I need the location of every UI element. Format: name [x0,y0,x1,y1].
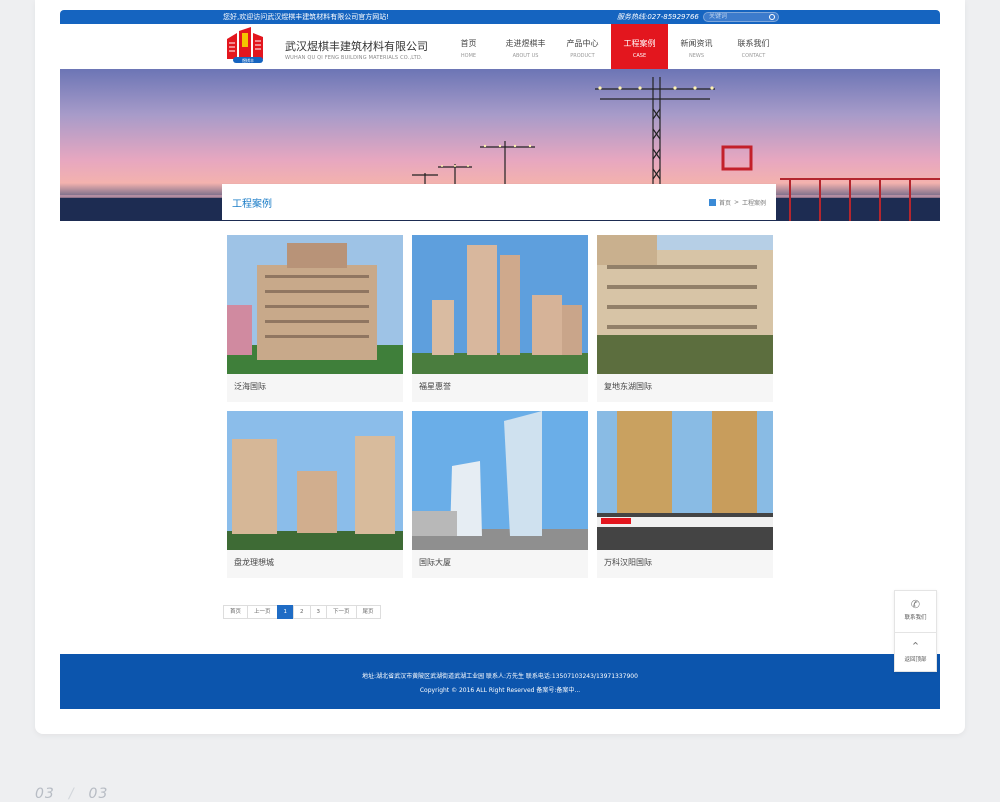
case-name[interactable]: 国际大厦 [419,557,451,568]
pagination: 首页 上一页 1 2 3 下一页 尾页 [223,605,381,619]
breadcrumb-current: 工程案例 [741,200,766,207]
page-1-button[interactable]: 1 [276,605,295,619]
back-to-top-button[interactable]: ⌃ 返回顶部 [895,632,936,673]
back-to-top-label: 返回顶部 [904,657,927,663]
case-image[interactable] [597,411,773,550]
case-image[interactable] [597,235,773,374]
case-card[interactable]: 福星惠誉 [412,235,588,402]
site-header: 煜棋丰 武汉煜棋丰建筑材料有限公司 WUHAN QU QI FENG BUILD… [60,24,940,69]
footer-copyright: Copyright © 2016 ALL Right Reserved 备案号:… [419,687,581,694]
contact-us-button[interactable]: ✆ 联系我们 [895,591,936,632]
nav-contact[interactable]: 联系我们 CONTACT [725,24,782,69]
contact-us-label: 联系我们 [904,615,927,621]
breadcrumb: 首页 > 工程案例 [708,198,766,207]
search-placeholder: 关键词 [709,13,728,20]
case-name[interactable]: 福星惠誉 [419,381,451,392]
section-title: 工程案例 [232,199,272,210]
nav-home[interactable]: 首页 HOME [440,24,497,69]
main-nav: 首页 HOME 走进煜棋丰 ABOUT US 产品中心 PRODUCT 工程案例 CAS… [440,24,782,69]
case-name[interactable]: 万科汉阳国际 [604,557,652,568]
case-image[interactable] [227,411,403,550]
floating-toolbar: ✆ 联系我们 ⌃ 返回顶部 [894,590,937,672]
nav-product[interactable]: 产品中心 PRODUCT [554,24,611,69]
case-card[interactable]: 万科汉阳国际 [597,411,773,578]
page-2-button[interactable]: 2 [293,605,311,619]
case-image[interactable] [412,411,588,550]
svg-text:煜棋丰: 煜棋丰 [242,57,254,63]
page-prev-button[interactable]: 上一页 [247,605,278,619]
case-card[interactable]: 复地东湖国际 [597,235,773,402]
case-image[interactable] [412,235,588,374]
case-name[interactable]: 复地东湖国际 [604,381,652,392]
page-last-button[interactable]: 尾页 [355,605,381,619]
breadcrumb-separator: > [733,199,739,206]
page-3-button[interactable]: 3 [309,605,328,619]
top-bar: 您好,欢迎访问武汉煜棋丰建筑材料有限公司官方网站! 服务热线:027-85929… [60,10,940,24]
case-card[interactable]: 盘龙理想城 [227,411,403,578]
welcome-text: 您好,欢迎访问武汉煜棋丰建筑材料有限公司官方网站! [223,13,390,21]
case-card[interactable]: 泛海国际 [227,235,403,402]
section-header: 工程案例 首页 > 工程案例 [222,184,776,220]
case-name[interactable]: 泛海国际 [234,381,266,392]
company-name: 武汉煜棋丰建筑材料有限公司 [285,40,428,53]
nav-about[interactable]: 走进煜棋丰 ABOUT US [497,24,554,69]
page-next-button[interactable]: 下一页 [326,605,357,619]
company-logo[interactable]: 煜棋丰 [223,27,273,67]
page-first-button[interactable]: 首页 [223,605,249,619]
home-icon [708,199,716,206]
chevron-up-icon: ⌃ [910,640,921,653]
hotline-text: 服务热线:027-85929766 [617,13,699,21]
search-input[interactable]: 关键词 [703,12,779,22]
breadcrumb-home[interactable]: 首页 [719,198,731,207]
case-image[interactable] [227,235,403,374]
nav-case[interactable]: 工程案例 CASE [611,24,668,69]
search-icon[interactable] [769,14,775,20]
company-name-en: WUHAN QU QI FENG BUILDING MATERIALS CO.,… [285,55,423,61]
nav-news[interactable]: 新闻资讯 NEWS [668,24,725,69]
case-name[interactable]: 盘龙理想城 [234,557,274,568]
footer-contact: 地址:湖北省武汉市黄陂区武湖街道武湖工业园 联系人:方先生 联系电话:13507… [362,673,638,680]
phone-icon: ✆ [910,598,921,611]
site-footer: 地址:湖北省武汉市黄陂区武湖街道武湖工业园 联系人:方先生 联系电话:13507… [60,654,940,709]
case-card[interactable]: 国际大厦 [412,411,588,578]
